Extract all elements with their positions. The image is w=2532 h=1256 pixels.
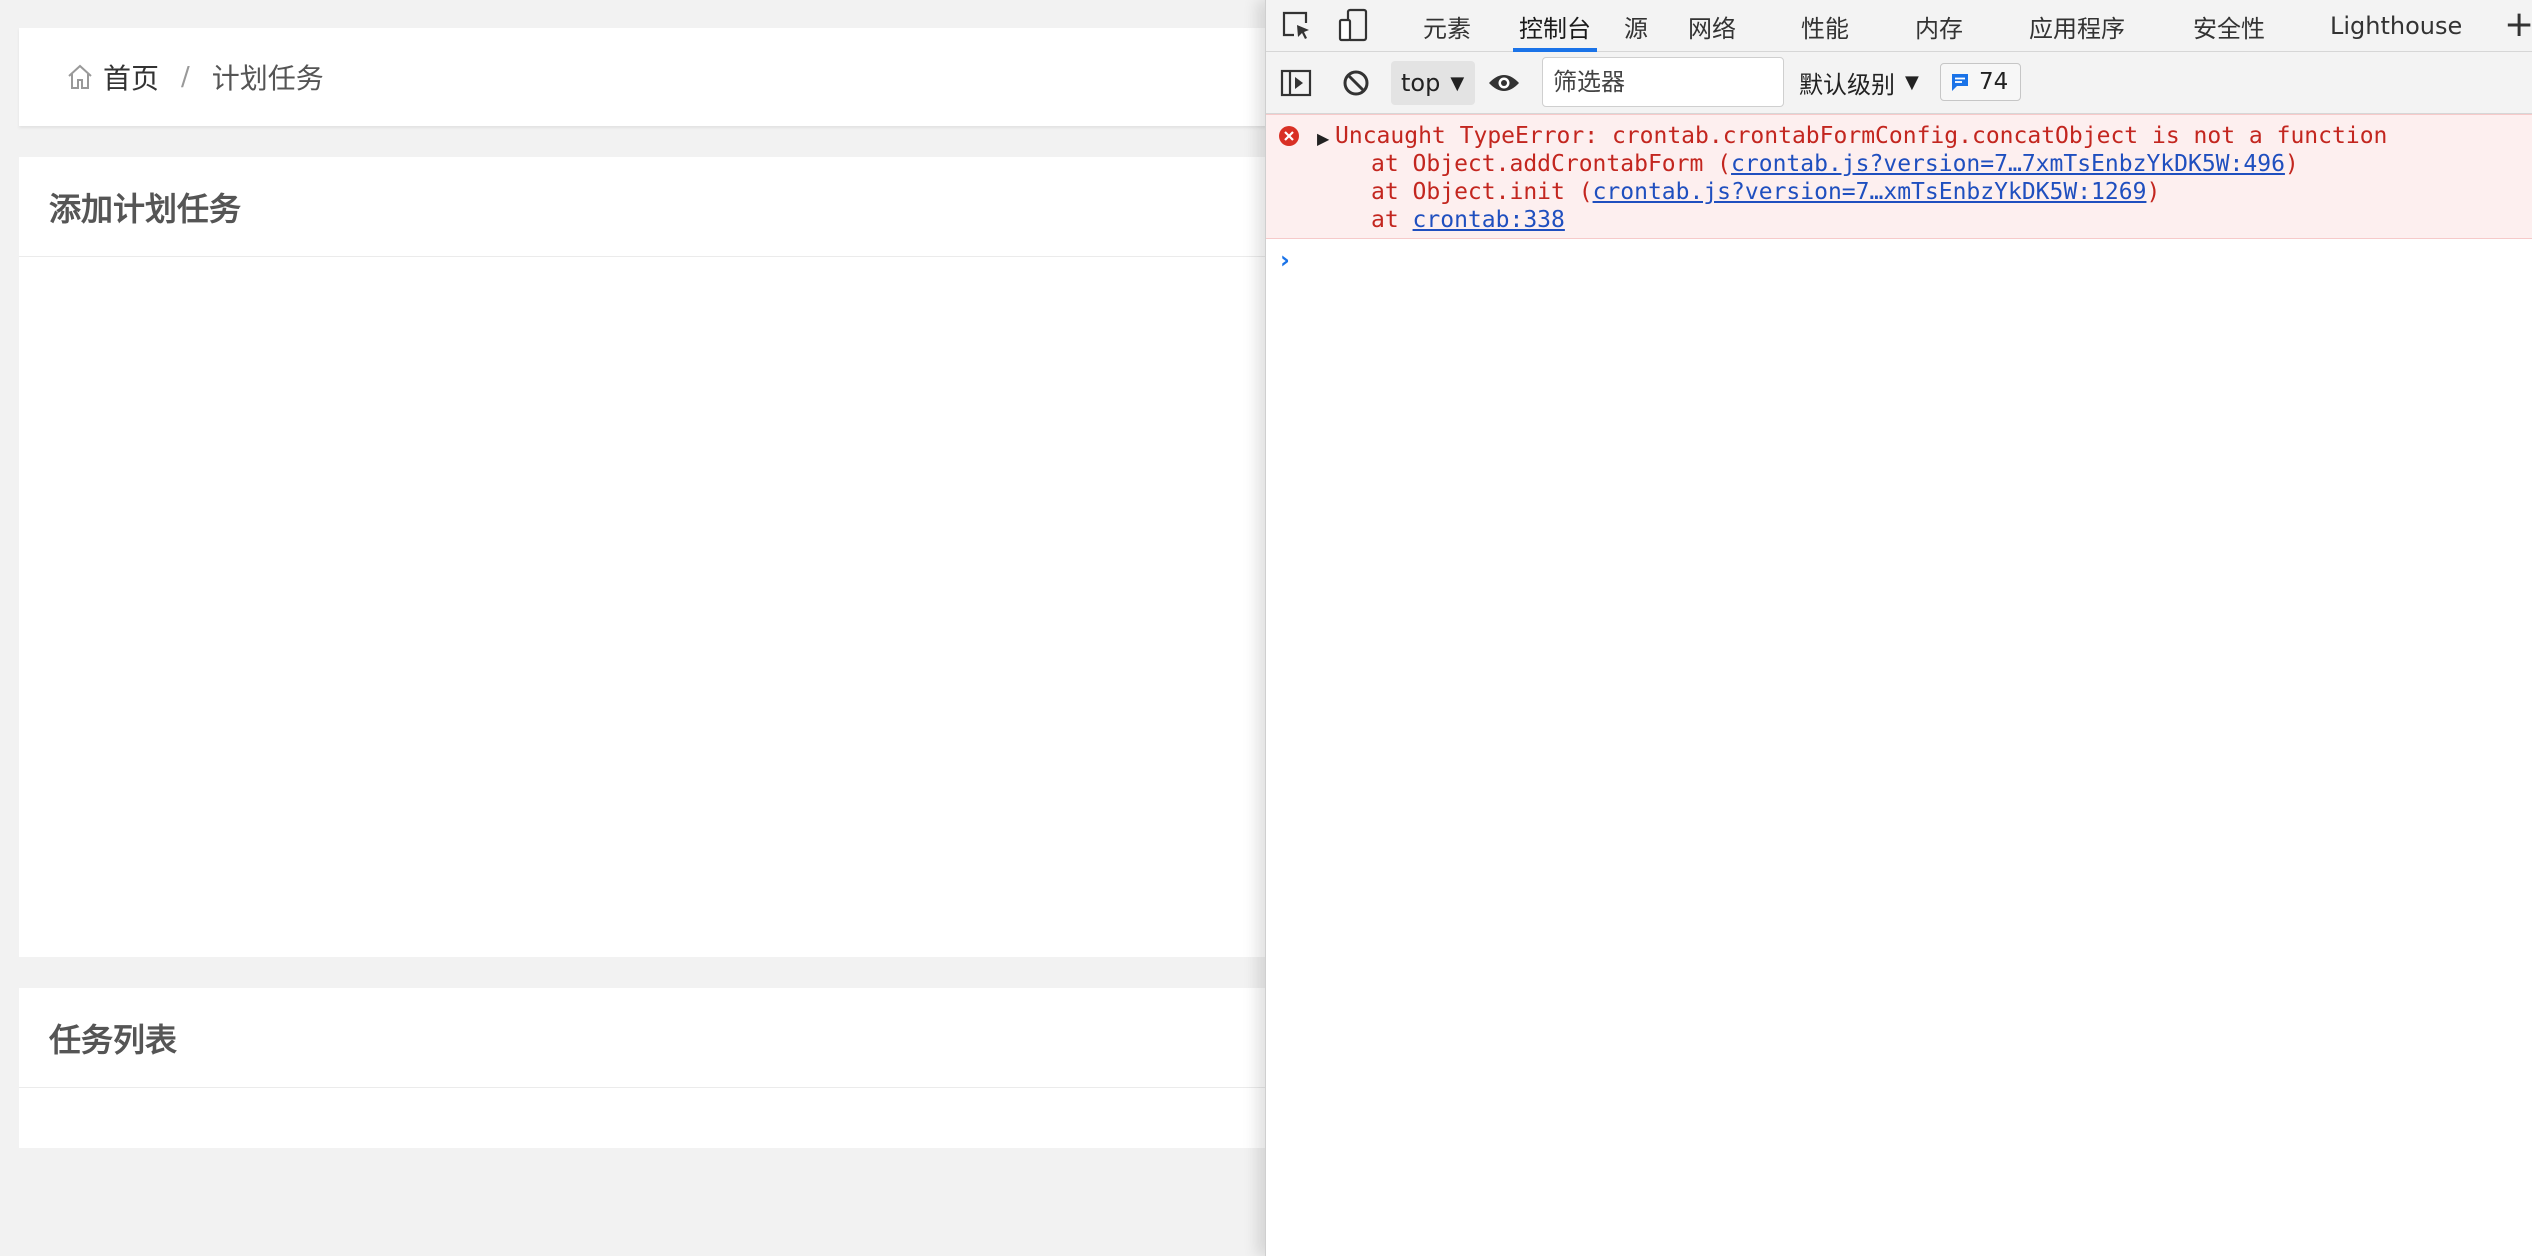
show-sidebar-icon[interactable] (1278, 65, 1314, 101)
breadcrumb: 首页 / 计划任务 (19, 28, 1266, 126)
message-icon (1949, 71, 1971, 93)
device-toolbar-icon[interactable] (1336, 6, 1372, 44)
task-list-title: 任务列表 (49, 1020, 178, 1059)
error-icon (1278, 125, 1300, 151)
stack-frame: at Object.init (crontab.js?version=7…xmT… (1371, 179, 2160, 205)
console-error-message: ▶ Uncaught TypeError: crontab.crontabFor… (1266, 114, 2532, 239)
stack-frame-prefix: at (1371, 207, 1413, 233)
stack-frame-link[interactable]: crontab:338 (1413, 207, 1565, 233)
devtools-tabbar: 元素 控制台 源 网络 性能 内存 应用程序 安全性 Lighthouse + (1266, 0, 2532, 52)
context-value: top (1401, 69, 1441, 97)
issues-count: 74 (1979, 69, 2009, 95)
stack-frame-link[interactable]: crontab.js?version=7…xmTsEnbzYkDK5W:1269 (1593, 179, 2147, 205)
log-levels-label: 默认级别 (1799, 70, 1895, 99)
tab-application[interactable]: 应用程序 (2029, 0, 2125, 52)
stack-frame: at Object.addCrontabForm (crontab.js?ver… (1371, 151, 2299, 177)
add-task-card: 添加计划任务 (19, 157, 1266, 957)
tab-sources[interactable]: 源 (1624, 0, 1648, 52)
add-task-title: 添加计划任务 (49, 189, 242, 228)
issues-count-button[interactable]: 74 (1940, 63, 2022, 101)
stack-frame-prefix: at Object.init ( (1371, 179, 1593, 205)
tab-elements[interactable]: 元素 (1423, 0, 1471, 52)
error-text: Uncaught TypeError: crontab.crontabFormC… (1335, 123, 2388, 149)
task-list-card-header: 任务列表 (19, 988, 1266, 1088)
chevron-down-icon: ▼ (1450, 72, 1465, 94)
tab-security[interactable]: 安全性 (2193, 0, 2265, 52)
devtools-panel: 元素 控制台 源 网络 性能 内存 应用程序 安全性 Lighthouse + … (1265, 0, 2532, 1256)
stack-frame-suffix: ) (2284, 151, 2299, 177)
clear-console-icon[interactable] (1338, 65, 1374, 101)
chevron-down-icon: ▼ (1905, 71, 1919, 93)
home-icon[interactable] (65, 60, 99, 94)
live-expression-eye-icon[interactable] (1484, 65, 1524, 101)
console-prompt[interactable]: › (1280, 246, 1290, 274)
stack-frame-prefix: at Object.addCrontabForm ( (1371, 151, 1732, 177)
tab-performance[interactable]: 性能 (1801, 0, 1849, 52)
breadcrumb-separator: / (181, 62, 190, 92)
log-levels-dropdown[interactable]: 默认级别 ▼ (1799, 60, 1919, 104)
stack-frame: at crontab:338 (1371, 207, 1565, 233)
breadcrumb-current: 计划任务 (211, 62, 324, 95)
task-list-card: 任务列表 (19, 988, 1266, 1148)
console-toolbar: top ▼ 默认级别 ▼ 74 (1266, 52, 2532, 114)
more-tabs-plus-icon[interactable]: + (2504, 4, 2532, 45)
console-filter-input[interactable] (1542, 57, 1784, 107)
add-task-card-header: 添加计划任务 (19, 157, 1266, 257)
expand-triangle-icon[interactable]: ▶ (1317, 129, 1329, 148)
web-page: 首页 / 计划任务 添加计划任务 任务列表 (0, 0, 1266, 1256)
stack-frame-link[interactable]: crontab.js?version=7…7xmTsEnbzYkDK5W:496 (1731, 151, 2285, 177)
tab-memory[interactable]: 内存 (1915, 0, 1963, 52)
tab-network[interactable]: 网络 (1688, 0, 1736, 52)
breadcrumb-home[interactable]: 首页 (103, 57, 159, 97)
tab-lighthouse[interactable]: Lighthouse (2330, 0, 2462, 52)
inspect-element-icon[interactable] (1278, 6, 1314, 44)
context-selector[interactable]: top ▼ (1391, 61, 1475, 105)
tab-console[interactable]: 控制台 (1513, 0, 1597, 52)
stack-frame-suffix: ) (2146, 179, 2161, 205)
